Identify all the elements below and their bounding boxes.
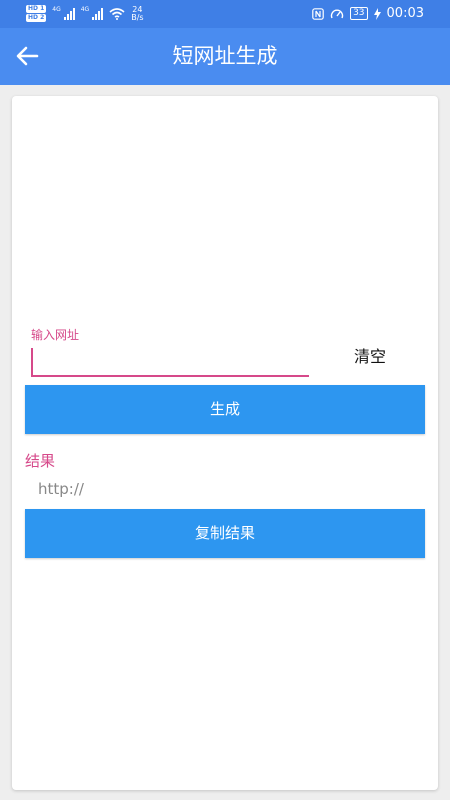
signal-1-icon [63, 7, 75, 20]
speed-unit: B/s [131, 12, 144, 22]
status-bar-right: 33 00:03 [312, 6, 424, 21]
hd-badges: HD 1 HD 2 [26, 5, 47, 22]
gauge-icon [330, 9, 344, 18]
clock: 00:03 [386, 6, 424, 21]
url-input-underline [31, 375, 309, 377]
wifi-icon [109, 7, 125, 20]
url-input[interactable] [31, 344, 309, 378]
text-cursor [31, 348, 33, 376]
app-bar: 短网址生成 [0, 28, 450, 85]
hd-badge-2: HD 2 [26, 14, 47, 22]
url-input-label: 输入网址 [31, 328, 80, 342]
status-bar: HD 1 HD 2 4G 4G 24 B/s 33 00:03 [0, 0, 450, 28]
nfc-icon [312, 7, 324, 20]
result-label: 结果 [25, 452, 56, 470]
page-title: 短网址生成 [172, 44, 278, 68]
signal-2-icon [92, 7, 104, 20]
charging-icon [373, 7, 381, 20]
generate-button[interactable]: 生成 [25, 385, 425, 434]
battery-icon: 33 [350, 7, 368, 20]
signal-1-tag: 4G [52, 6, 61, 13]
copy-result-button[interactable]: 复制结果 [25, 509, 425, 558]
clear-button[interactable]: 清空 [345, 344, 395, 370]
network-speed: 24 B/s [131, 5, 144, 22]
content-card [12, 96, 438, 790]
hd-badge-1: HD 1 [26, 5, 47, 13]
signal-2-tag: 4G [80, 6, 90, 13]
status-bar-left: HD 1 HD 2 4G 4G 24 B/s [26, 5, 144, 22]
result-value[interactable]: http:// [38, 480, 84, 498]
